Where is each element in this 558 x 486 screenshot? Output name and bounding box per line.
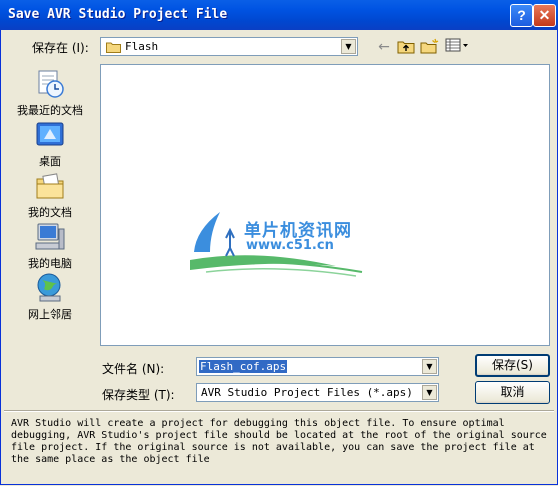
filename-value: Flash_cof.aps xyxy=(199,360,288,373)
view-menu-icon[interactable] xyxy=(444,38,470,56)
close-button[interactable]: ✕ xyxy=(533,4,556,27)
desktop-icon xyxy=(34,119,66,151)
place-label: 网上邻居 xyxy=(28,308,72,321)
filename-input[interactable]: Flash_cof.aps ▼ xyxy=(196,357,439,376)
place-network[interactable]: 网上邻居 xyxy=(8,272,92,322)
divider xyxy=(4,410,554,412)
up-folder-icon[interactable] xyxy=(396,38,416,56)
place-label: 桌面 xyxy=(39,155,61,168)
place-desktop[interactable]: 桌面 xyxy=(8,119,92,169)
filetype-value: AVR Studio Project Files (*.aps) xyxy=(201,386,413,399)
place-label: 我的电脑 xyxy=(28,257,72,270)
filetype-label: 保存类型 (T): xyxy=(102,388,175,402)
save-button[interactable]: 保存(S) xyxy=(475,354,550,377)
place-my-computer[interactable]: 我的电脑 xyxy=(8,221,92,271)
filename-label: 文件名 (N): xyxy=(102,362,165,376)
back-icon[interactable]: ← xyxy=(374,38,394,56)
new-folder-icon[interactable] xyxy=(420,38,440,56)
place-label: 我的文档 xyxy=(28,206,72,219)
save-in-label: 保存在 (I): xyxy=(32,41,89,55)
place-recent-documents[interactable]: 我最近的文档 xyxy=(8,68,92,118)
watermark-url: www.c51.cn xyxy=(246,238,334,253)
recent-documents-icon xyxy=(34,68,66,100)
places-bar: 我最近的文档 桌面 我的文档 我的电脑 网上邻居 xyxy=(8,64,92,346)
folder-icon xyxy=(106,41,121,56)
filetype-dropdown[interactable]: AVR Studio Project Files (*.aps) ▼ xyxy=(196,383,439,402)
chevron-down-icon[interactable]: ▼ xyxy=(341,39,356,54)
my-computer-icon xyxy=(34,221,66,253)
cancel-button[interactable]: 取消 xyxy=(475,381,550,404)
chevron-down-icon[interactable]: ▼ xyxy=(422,385,437,400)
help-button[interactable]: ? xyxy=(510,4,533,27)
place-my-documents[interactable]: 我的文档 xyxy=(8,170,92,220)
title-bar[interactable]: Save AVR Studio Project File ? ✕ xyxy=(0,0,558,30)
watermark: 单片机资讯网 www.c51.cn xyxy=(186,208,376,278)
network-places-icon xyxy=(34,272,66,304)
chevron-down-icon[interactable]: ▼ xyxy=(422,359,437,374)
save-in-value: Flash xyxy=(125,40,159,53)
place-label: 我最近的文档 xyxy=(17,104,83,117)
my-documents-icon xyxy=(34,170,66,202)
window-title: Save AVR Studio Project File xyxy=(8,7,228,22)
save-in-dropdown[interactable]: Flash ▼ xyxy=(100,37,358,56)
description-text: AVR Studio will create a project for deb… xyxy=(11,418,547,465)
file-list[interactable] xyxy=(100,64,550,346)
